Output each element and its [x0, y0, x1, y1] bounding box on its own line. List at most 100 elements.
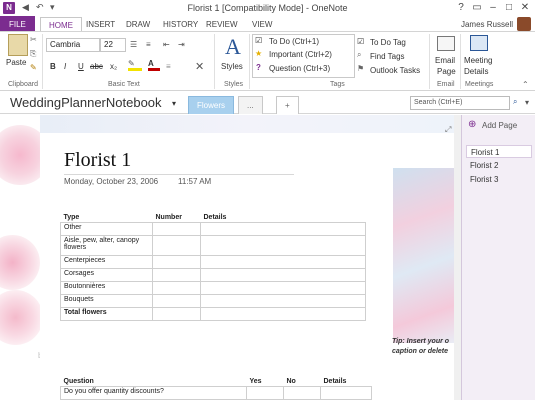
- tab-file[interactable]: FILE: [0, 16, 35, 32]
- table-cell[interactable]: [152, 268, 201, 282]
- table-cell[interactable]: [152, 235, 201, 256]
- table-row[interactable]: Total flowers: [60, 307, 366, 321]
- image-caption[interactable]: Tip: Insert your o caption or delete: [392, 337, 461, 357]
- tab-review[interactable]: REVIEW: [198, 17, 246, 32]
- table-cell[interactable]: Aisle, pew, alter, canopy flowers: [60, 235, 153, 256]
- table-cell[interactable]: [200, 268, 366, 282]
- maximize-button[interactable]: □: [502, 2, 516, 13]
- table-cell[interactable]: [152, 255, 201, 269]
- notebook-name[interactable]: WeddingPlannerNotebook: [10, 95, 162, 110]
- email-page-icon[interactable]: [437, 36, 455, 51]
- table-cell[interactable]: [200, 235, 366, 256]
- table-cell[interactable]: [200, 294, 366, 308]
- table-cell[interactable]: [200, 281, 366, 295]
- outlook-tasks-button[interactable]: Outlook Tasks: [370, 66, 420, 75]
- format-painter-icon[interactable]: ✎: [30, 63, 37, 72]
- tab-insert[interactable]: INSERT: [78, 17, 123, 32]
- vertical-scrollbar[interactable]: [454, 115, 461, 400]
- close-button[interactable]: ✕: [518, 2, 532, 13]
- table-cell[interactable]: [152, 281, 201, 295]
- table-cell[interactable]: Other: [60, 222, 153, 236]
- table-row[interactable]: Centerpieces: [60, 255, 366, 269]
- todo-tag-button[interactable]: To Do Tag: [370, 38, 406, 47]
- paste-icon[interactable]: [8, 34, 28, 56]
- add-page-button[interactable]: Add Page: [482, 121, 517, 130]
- tag-question[interactable]: Question (Ctrl+3): [269, 64, 330, 73]
- table-row[interactable]: Do you offer quantity discounts?: [60, 386, 372, 400]
- increase-indent-icon[interactable]: ⇥: [178, 40, 185, 49]
- meeting-details-button-line2[interactable]: Details: [464, 67, 488, 76]
- flowers-table[interactable]: Type Number Details Other Aisle, pew, al…: [60, 213, 366, 321]
- ribbon-options-button[interactable]: ▭: [470, 2, 484, 13]
- align-icon[interactable]: ≡: [166, 62, 171, 71]
- search-dropdown-icon[interactable]: ▾: [525, 98, 529, 107]
- table-cell[interactable]: [246, 386, 284, 400]
- notebook-dropdown-icon[interactable]: ▾: [172, 99, 176, 108]
- table-row[interactable]: Aisle, pew, alter, canopy flowers: [60, 235, 366, 256]
- font-name-box[interactable]: Cambria: [46, 38, 100, 52]
- styles-icon[interactable]: A: [225, 34, 241, 60]
- table-cell[interactable]: Boutonnières: [60, 281, 153, 295]
- highlight-icon[interactable]: ✎: [128, 59, 142, 71]
- numbering-icon[interactable]: ≡: [146, 40, 151, 49]
- questions-table[interactable]: Question Yes No Details Do you offer qua…: [60, 377, 372, 400]
- decrease-indent-icon[interactable]: ⇤: [163, 40, 170, 49]
- cut-icon[interactable]: ✂: [30, 35, 37, 44]
- paste-button[interactable]: Paste: [6, 58, 26, 67]
- table-cell[interactable]: [320, 386, 372, 400]
- page-item-florist-1[interactable]: Florist 1: [466, 145, 532, 158]
- meeting-details-button-line1[interactable]: Meeting: [464, 56, 492, 65]
- strikethrough-button[interactable]: abc: [90, 62, 103, 71]
- page-title[interactable]: Florist 1: [64, 149, 131, 172]
- expand-icon[interactable]: ⤢: [445, 125, 451, 135]
- add-page-icon[interactable]: ⊕: [468, 119, 476, 130]
- email-page-button-line2[interactable]: Page: [437, 67, 456, 76]
- tag-todo[interactable]: To Do (Ctrl+1): [269, 37, 319, 46]
- table-row[interactable]: Bouquets: [60, 294, 366, 308]
- table-row[interactable]: Other: [60, 222, 366, 236]
- flower-image[interactable]: [393, 168, 461, 343]
- styles-button[interactable]: Styles: [221, 62, 243, 71]
- table-cell[interactable]: [200, 222, 366, 236]
- table-row[interactable]: Corsages: [60, 268, 366, 282]
- bold-button[interactable]: B: [50, 62, 56, 71]
- table-cell[interactable]: Centerpieces: [60, 255, 153, 269]
- tags-gallery[interactable]: ☑ To Do (Ctrl+1) ★ Important (Ctrl+2) ? …: [252, 34, 355, 78]
- section-tab-more[interactable]: ...: [238, 96, 263, 114]
- add-section-tab[interactable]: +: [276, 96, 299, 114]
- minimize-button[interactable]: –: [486, 2, 500, 13]
- avatar[interactable]: [517, 17, 531, 31]
- tab-view[interactable]: VIEW: [244, 17, 280, 32]
- tab-draw[interactable]: DRAW: [118, 17, 158, 32]
- table-row[interactable]: Boutonnières: [60, 281, 366, 295]
- clear-formatting-icon[interactable]: ✕: [195, 60, 204, 73]
- table-cell[interactable]: Do you offer quantity discounts?: [60, 386, 247, 400]
- table-cell[interactable]: [152, 307, 201, 321]
- help-button[interactable]: ?: [454, 2, 468, 13]
- user-name[interactable]: James Russell: [461, 20, 513, 29]
- tab-home[interactable]: HOME: [40, 17, 82, 32]
- search-input[interactable]: Search (Ctrl+E): [410, 96, 510, 110]
- table-cell[interactable]: [200, 255, 366, 269]
- table-cell[interactable]: [283, 386, 321, 400]
- underline-button[interactable]: U: [78, 62, 84, 71]
- italic-button[interactable]: I: [64, 62, 66, 71]
- font-size-box[interactable]: 22: [100, 38, 126, 52]
- page-item-florist-3[interactable]: Florist 3: [466, 173, 532, 186]
- page-item-florist-2[interactable]: Florist 2: [466, 159, 532, 172]
- table-cell[interactable]: Corsages: [60, 268, 153, 282]
- collapse-ribbon-icon[interactable]: ⌃: [522, 80, 529, 89]
- find-tags-button[interactable]: Find Tags: [370, 52, 405, 61]
- bullets-icon[interactable]: ☰: [130, 40, 137, 49]
- email-page-button-line1[interactable]: Email: [435, 56, 455, 65]
- section-tab-flowers[interactable]: Flowers: [188, 96, 235, 114]
- table-cell[interactable]: Bouquets: [60, 294, 153, 308]
- table-cell[interactable]: [200, 307, 366, 321]
- meeting-details-icon[interactable]: [470, 35, 488, 51]
- subscript-button[interactable]: x₂: [110, 62, 117, 71]
- search-icon[interactable]: ⌕: [513, 97, 517, 107]
- page-canvas[interactable]: blog ⤢ Florist 1 Monday, October 23, 200…: [0, 115, 461, 400]
- table-cell[interactable]: [152, 222, 201, 236]
- font-color-icon[interactable]: A: [148, 59, 160, 71]
- copy-icon[interactable]: ⎘: [30, 49, 36, 59]
